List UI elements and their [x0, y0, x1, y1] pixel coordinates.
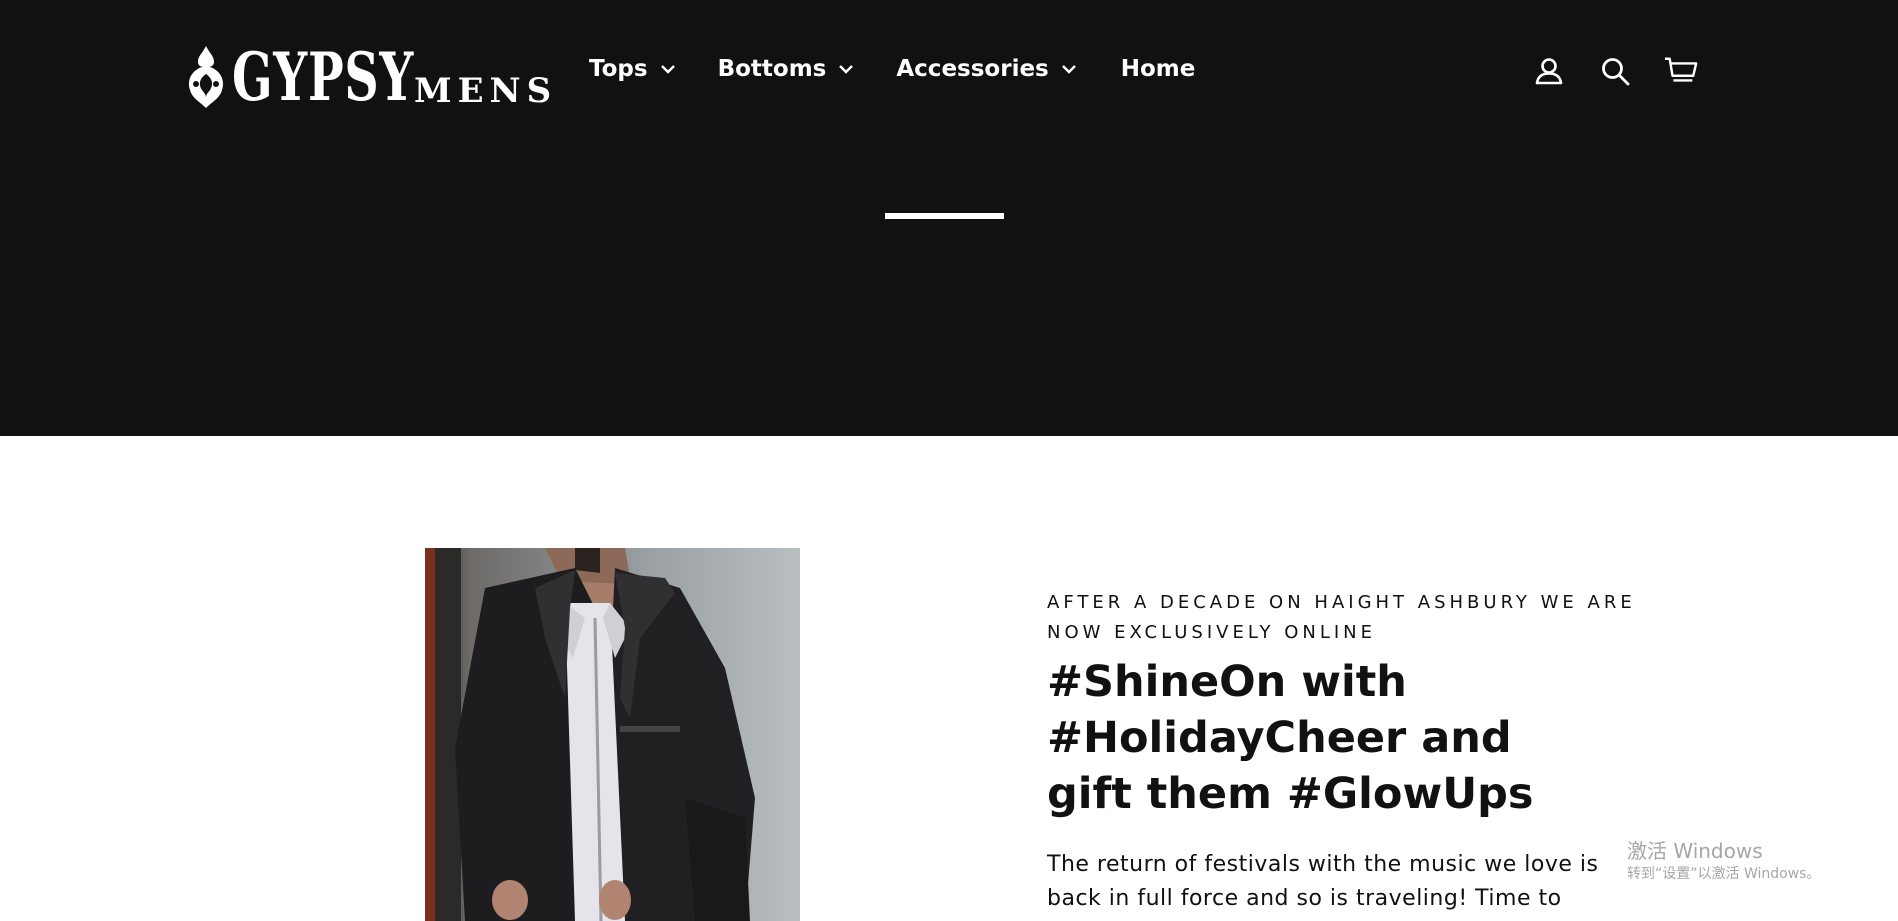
nav-item-tops[interactable]: Tops: [589, 56, 676, 82]
logo-subtext: MENS: [414, 71, 558, 111]
cart-button[interactable]: [1664, 54, 1698, 88]
watermark-title: 激活 Windows: [1627, 839, 1763, 863]
feature-headline: #ShineOn with #HolidayCheer and gift the…: [1047, 657, 1534, 819]
search-icon: [1602, 58, 1630, 86]
watermark-subtitle: 转到“设置”以激活 Windows。: [1627, 866, 1821, 882]
nav-item-label: Home: [1120, 56, 1196, 82]
hero-accent-bar: [885, 213, 1004, 219]
search-button[interactable]: [1598, 54, 1632, 88]
nav-item-label: Tops: [589, 56, 648, 82]
chevron-down-icon: [839, 65, 854, 74]
feature-text: AFTER A DECADE ON HAIGHT ASHBURY WE ARE …: [1047, 588, 1647, 916]
header-icons: [1532, 54, 1698, 88]
featured-product-image[interactable]: [425, 548, 800, 921]
logo-wordmark: GYPSY: [232, 38, 415, 116]
nav-item-accessories[interactable]: Accessories: [896, 56, 1076, 82]
brand-logo[interactable]: GYPSY MENS: [184, 38, 551, 116]
nav-item-label: Accessories: [896, 56, 1049, 82]
nav-item-label: Bottoms: [717, 56, 827, 82]
user-icon: [1535, 58, 1563, 85]
cart-icon: [1664, 57, 1698, 82]
feature-eyebrow: AFTER A DECADE ON HAIGHT ASHBURY WE ARE …: [1047, 592, 1636, 643]
account-button[interactable]: [1532, 54, 1566, 88]
fleur-emblem-icon: [188, 46, 224, 108]
main-nav: Tops Bottoms Accessories Home: [589, 56, 1195, 82]
chevron-down-icon: [660, 65, 675, 74]
windows-activation-watermark: 激活 Windows 转到“设置”以激活 Windows。: [1627, 838, 1820, 884]
nav-item-home[interactable]: Home: [1121, 56, 1196, 82]
nav-item-bottoms[interactable]: Bottoms: [718, 56, 855, 82]
model-jacket-photo: [425, 548, 800, 921]
site-header: GYPSY MENS Tops Bottoms Accessories Home: [0, 0, 1898, 436]
chevron-down-icon: [1061, 65, 1076, 74]
feature-body: The return of festivals with the music w…: [1047, 852, 1599, 911]
